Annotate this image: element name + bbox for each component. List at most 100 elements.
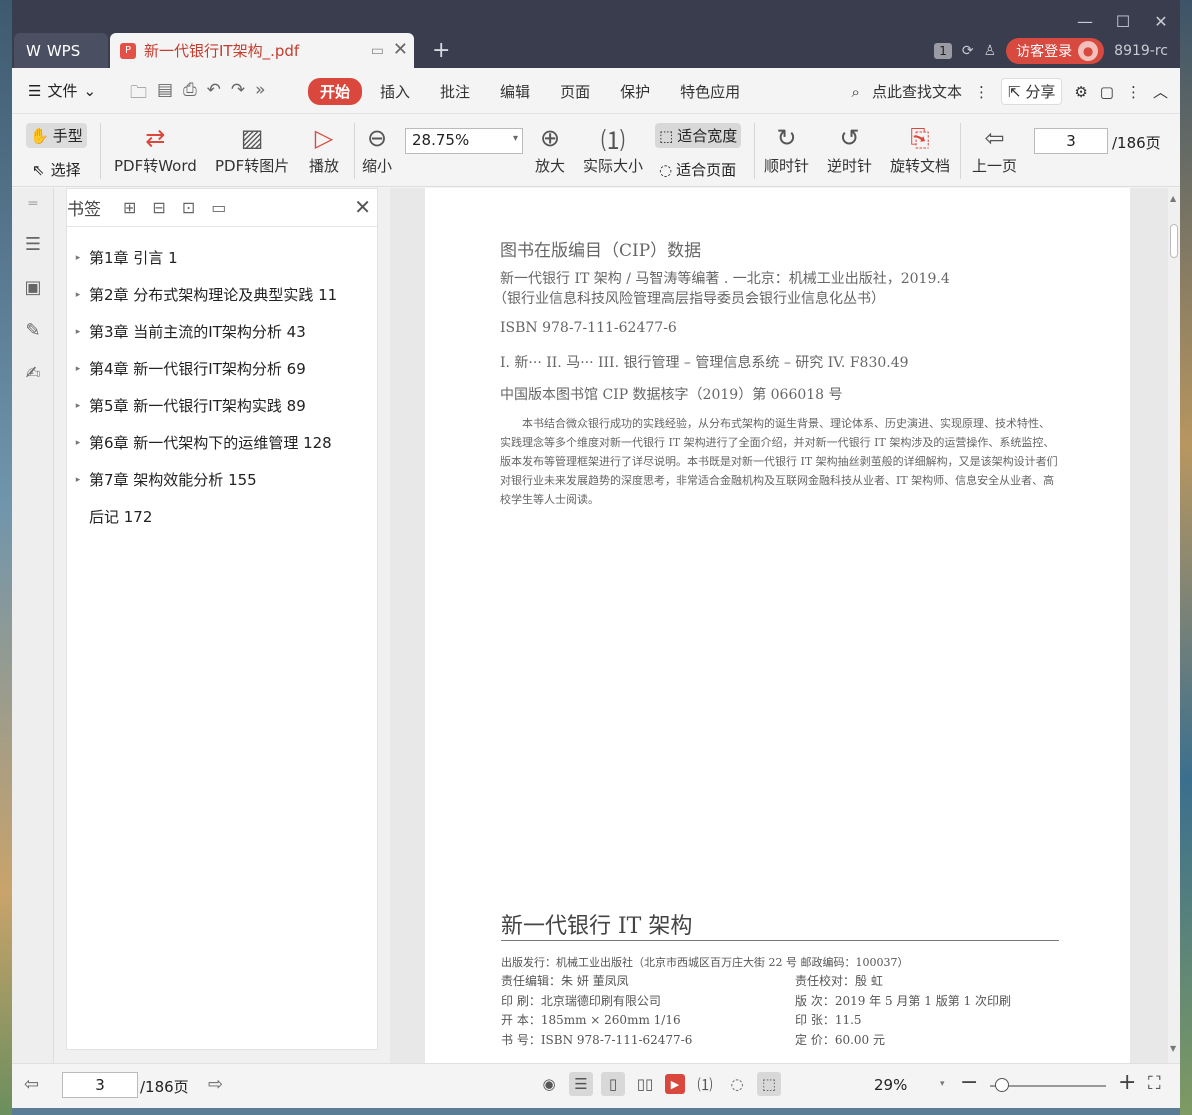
close-panel-icon[interactable]: ✕ xyxy=(354,195,371,219)
two-page-icon[interactable]: ▯▯ xyxy=(633,1072,657,1096)
tab-wps-home[interactable]: W WPS xyxy=(14,33,108,68)
expand-arrow-icon[interactable]: ▸ xyxy=(67,438,89,448)
collapse-all-icon[interactable]: ⊟ xyxy=(152,198,165,217)
more-vert-icon[interactable]: ⋮ xyxy=(1126,83,1141,101)
continuous-view-icon[interactable]: ☰ xyxy=(569,1072,593,1096)
zoom-level[interactable]: 29% xyxy=(874,1076,907,1094)
tab-document[interactable]: P 新一代银行IT架构_.pdf ▭ ✕ xyxy=(110,33,414,68)
ribbon-tabs: 开始 插入 批注 编辑 页面 保护 特色应用 xyxy=(308,78,752,105)
bookmark-item[interactable]: ▸ 第2章 分布式架构理论及典型实践 11 xyxy=(67,276,377,313)
zoom-slider-knob[interactable] xyxy=(994,1078,1009,1092)
chevron-down-icon[interactable]: ▾ xyxy=(940,1079,945,1089)
new-tab-button[interactable]: + xyxy=(432,38,450,63)
collapse-ribbon-icon[interactable]: ︿ xyxy=(1153,81,1168,102)
zoom-select[interactable]: 28.75% ▾ xyxy=(405,128,523,154)
share-button[interactable]: ⇱ 分享 xyxy=(1000,78,1063,105)
actual-size-icon[interactable]: ⑴ xyxy=(693,1072,717,1096)
fullscreen-icon[interactable]: ⛶ xyxy=(1148,1073,1161,1094)
tab-protect[interactable]: 保护 xyxy=(608,78,662,105)
maximize-icon[interactable]: ☐ xyxy=(1104,8,1142,34)
zoom-minus-icon[interactable]: − xyxy=(960,1070,978,1095)
play-icon[interactable]: ▶ xyxy=(665,1074,685,1094)
kebab-icon[interactable]: ⋮ xyxy=(974,83,989,101)
tab-window-icon[interactable]: ▭ xyxy=(371,43,384,59)
zoom-in-button[interactable]: ⊕ 放大 xyxy=(535,121,565,176)
scroll-up-icon[interactable]: ▲ xyxy=(1170,194,1176,203)
status-page-input[interactable]: 3 xyxy=(62,1072,138,1098)
thumbnail-icon[interactable]: ▣ xyxy=(12,277,54,298)
hamburger-icon: ☰ xyxy=(28,81,42,100)
zoom-plus-icon[interactable]: + xyxy=(1118,1070,1136,1095)
more-icon[interactable]: » xyxy=(255,80,265,109)
select-tool-button[interactable]: ⇖ 选择 xyxy=(32,159,81,180)
tab-insert[interactable]: 插入 xyxy=(368,78,422,105)
signature-icon[interactable]: ✍ xyxy=(12,363,54,384)
fit-width-button[interactable]: ⬚ 适合宽度 xyxy=(655,123,742,148)
print-icon[interactable]: ⎙ xyxy=(183,80,197,109)
search-icon[interactable]: ⌕ xyxy=(852,83,860,101)
hand-tool-button[interactable]: ✋ 手型 xyxy=(26,123,87,148)
bookmark-item[interactable]: ▸ 第7章 架构效能分析 155 xyxy=(67,461,377,498)
save-icon[interactable]: ▤ xyxy=(157,80,173,109)
guest-login-button[interactable]: 访客登录 ● xyxy=(1006,38,1105,64)
fit-page-button[interactable]: ◌ 适合页面 xyxy=(659,159,736,180)
rotate-counterclockwise-button[interactable]: ↺ 逆时针 xyxy=(827,121,872,176)
comment-icon[interactable]: ▢ xyxy=(1100,83,1114,101)
page-number-input[interactable]: 3 xyxy=(1034,128,1108,154)
document-view[interactable]: 图书在版编目（CIP）数据 新一代银行 IT 架构 / 马智涛等编著 . 一北京… xyxy=(390,188,1168,1063)
tab-start[interactable]: 开始 xyxy=(308,78,363,105)
undo-icon[interactable]: ↶ xyxy=(207,80,221,109)
pdf-to-word-button[interactable]: ⇄ PDF转Word xyxy=(114,121,197,176)
vertical-scrollbar[interactable]: ▲ ▼ xyxy=(1168,188,1180,1063)
bookmark-list-icon[interactable]: ☰ xyxy=(12,234,54,255)
bookmark-item[interactable]: ▸ 第1章 引言 1 xyxy=(67,239,377,276)
scroll-down-icon[interactable]: ▼ xyxy=(1170,1044,1176,1053)
expand-arrow-icon[interactable]: ▸ xyxy=(67,401,89,411)
actual-size-button[interactable]: ⑴ 实际大小 xyxy=(583,121,643,176)
previous-page-button[interactable]: ⇦ 上一页 xyxy=(972,121,1017,176)
bookmark-item[interactable]: ▸ 第4章 新一代银行IT架构分析 69 xyxy=(67,350,377,387)
add-bookmark-icon[interactable]: ⊡ xyxy=(182,198,195,217)
expand-arrow-icon[interactable]: ▸ xyxy=(67,327,89,337)
bookmark-item[interactable]: ▸ 第5章 新一代银行IT架构实践 89 xyxy=(67,387,377,424)
scroll-thumb[interactable] xyxy=(1170,224,1178,258)
annotation-icon[interactable]: ✎ xyxy=(12,320,54,341)
next-page-icon[interactable]: ⇨ xyxy=(208,1074,223,1095)
fit-page-icon[interactable]: ◌ xyxy=(725,1072,749,1096)
search-text-button[interactable]: 点此查找文本 xyxy=(872,81,962,102)
bookmark-item[interactable]: ▸ 第6章 新一代架构下的运维管理 128 xyxy=(67,424,377,461)
expand-arrow-icon[interactable]: ▸ xyxy=(67,253,89,263)
tab-special[interactable]: 特色应用 xyxy=(668,78,752,105)
pdf-to-image-button[interactable]: ▨ PDF转图片 xyxy=(215,121,289,176)
bookmark-options-icon[interactable]: ▭ xyxy=(211,198,226,217)
single-page-icon[interactable]: ▯ xyxy=(601,1072,625,1096)
rotate-clockwise-button[interactable]: ↻ 顺时针 xyxy=(764,121,809,176)
fit-width-icon[interactable]: ⬚ xyxy=(757,1072,781,1096)
tab-edit[interactable]: 编辑 xyxy=(488,78,542,105)
open-folder-icon[interactable]: 🗀 xyxy=(130,80,147,109)
expand-all-icon[interactable]: ⊞ xyxy=(123,198,136,217)
bookmark-item[interactable]: 后记 172 xyxy=(67,498,377,535)
rotate-document-button[interactable]: ⎘ 旋转文档 xyxy=(890,121,950,176)
play-button[interactable]: ▷ 播放 xyxy=(309,121,339,176)
eye-protect-icon[interactable]: ◉ xyxy=(537,1072,561,1096)
zoom-out-button[interactable]: ⊖ 缩小 xyxy=(362,121,392,176)
expand-arrow-icon[interactable]: ▸ xyxy=(67,475,89,485)
sync-icon[interactable]: ⟳ xyxy=(962,43,974,59)
tab-close-icon[interactable]: ✕ xyxy=(393,39,408,60)
tab-annotate[interactable]: 批注 xyxy=(428,78,482,105)
skin-icon[interactable]: ♙ xyxy=(984,43,997,59)
bookmark-item[interactable]: ▸ 第3章 当前主流的IT架构分析 43 xyxy=(67,313,377,350)
close-window-icon[interactable]: ✕ xyxy=(1142,8,1180,34)
file-menu[interactable]: ☰ 文件 ⌄ xyxy=(28,80,96,101)
title-bar: W WPS P 新一代银行IT架构_.pdf ▭ ✕ + 1 ⟳ ♙ 访客登录 … xyxy=(12,0,1180,68)
window-count-badge[interactable]: 1 xyxy=(934,43,952,59)
tab-page[interactable]: 页面 xyxy=(548,78,602,105)
redo-icon[interactable]: ↷ xyxy=(231,80,245,109)
prev-page-icon[interactable]: ⇦ xyxy=(24,1074,39,1095)
minimize-icon[interactable]: — xyxy=(1066,8,1104,34)
zoom-in-icon: ⊕ xyxy=(539,124,561,152)
expand-arrow-icon[interactable]: ▸ xyxy=(67,364,89,374)
settings-icon[interactable]: ⚙ xyxy=(1074,83,1087,101)
expand-arrow-icon[interactable]: ▸ xyxy=(67,290,89,300)
